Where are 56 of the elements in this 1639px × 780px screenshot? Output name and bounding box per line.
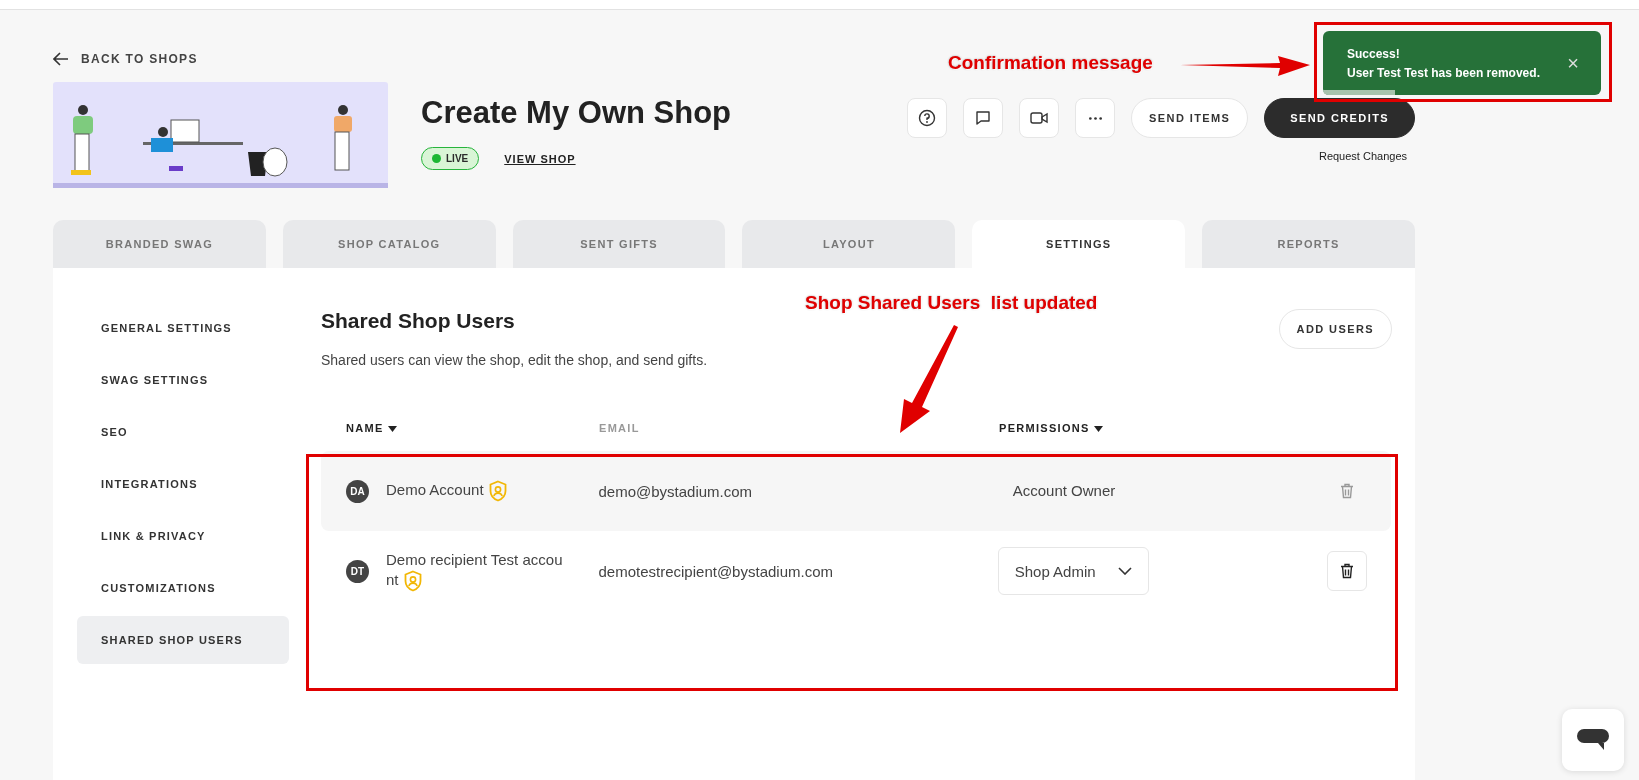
tab[interactable]: SETTINGS — [972, 220, 1186, 268]
more-icon — [1088, 116, 1102, 120]
user-name: Demo recipient Test account — [386, 550, 566, 592]
sidebar-item[interactable]: CUSTOMIZATIONS — [77, 564, 289, 612]
help-icon — [918, 109, 937, 127]
live-status-badge: LIVE — [421, 147, 480, 170]
permissions-column-header[interactable]: PERMISSIONS — [999, 422, 1329, 434]
close-button[interactable]: × — [1567, 51, 1579, 75]
name-column-header[interactable]: NAME — [346, 422, 599, 434]
speech-bubble-icon — [974, 109, 993, 127]
sidebar-item[interactable]: LINK & PRIVACY — [77, 512, 289, 560]
sort-caret-icon — [1094, 426, 1104, 432]
tab[interactable]: REPORTS — [1202, 220, 1415, 268]
sidebar-item[interactable]: GENERAL SETTINGS — [77, 304, 289, 352]
toast-title: Success! — [1347, 46, 1401, 61]
sidebar-item[interactable]: SHARED SHOP USERS — [77, 616, 289, 664]
section-description: Shared users can view the shop, edit the shop, and send gifts. — [321, 352, 708, 368]
sort-caret-icon — [387, 426, 397, 432]
shop-title: Create My Own Shop — [421, 95, 732, 131]
permission-text: Account Owner — [1012, 482, 1116, 499]
video-button[interactable] — [1019, 98, 1060, 138]
user-email: demotestrecipient@bystadium.com — [598, 562, 834, 580]
user-name: Demo Account — [386, 480, 566, 502]
request-changes-link[interactable]: Request Changes — [1318, 150, 1407, 162]
send-credits-button[interactable]: SEND CREDITS — [1264, 98, 1415, 138]
sidebar-item[interactable]: SWAG SETTINGS — [77, 356, 289, 404]
chevron-down-icon — [1117, 567, 1132, 575]
delete-button[interactable] — [1327, 551, 1367, 591]
annotation-label: Confirmation message — [948, 52, 1153, 74]
avatar-initials: DT — [346, 559, 369, 583]
help-button[interactable] — [907, 98, 948, 138]
trash-icon — [1340, 483, 1355, 499]
chat-widget-button[interactable] — [1562, 709, 1624, 771]
section-title: Shared Shop Users — [321, 309, 516, 333]
trash-icon — [1340, 563, 1355, 579]
view-shop-link[interactable]: VIEW SHOP — [504, 152, 576, 165]
annotation-label: Shop Shared Users list updated — [805, 292, 1098, 314]
shield-user-icon — [487, 480, 508, 502]
toast-message: User Test Test has been removed. — [1347, 65, 1540, 80]
sidebar-item[interactable]: INTEGRATIONS — [77, 460, 289, 508]
back-link[interactable]: BACK TO SHOPS — [53, 52, 198, 66]
avatar-initials: DA — [346, 479, 369, 503]
tab[interactable]: SHOP CATALOG — [282, 220, 496, 268]
video-camera-icon — [1029, 109, 1050, 127]
add-users-button[interactable]: ADD USERS — [1278, 309, 1392, 349]
shield-user-icon — [402, 570, 423, 592]
email-column-header: EMAIL — [599, 422, 641, 434]
tab[interactable]: BRANDED SWAG — [53, 220, 266, 268]
sidebar-item[interactable]: SEO — [77, 408, 289, 456]
user-email: demo@bystadium.com — [598, 482, 754, 500]
tab[interactable]: SENT GIFTS — [512, 220, 726, 268]
tab[interactable]: LAYOUT — [742, 220, 956, 268]
chat-button[interactable] — [963, 98, 1004, 138]
permission-dropdown[interactable]: Shop Admin — [997, 547, 1149, 595]
send-items-button[interactable]: SEND ITEMS — [1131, 98, 1249, 138]
arrow-left-icon — [53, 52, 69, 66]
